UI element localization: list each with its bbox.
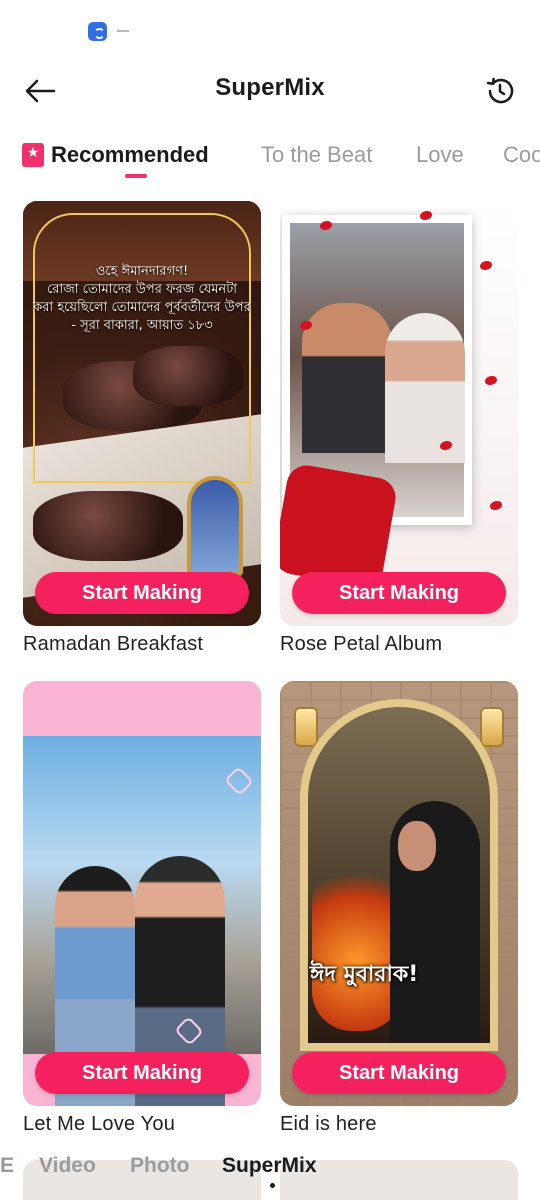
category-tabs: Recommended To the Beat Love Coo [0, 136, 540, 186]
template-card-eid[interactable]: ঈদ মুবারাক! Start Making [280, 681, 518, 1106]
status-bar [0, 0, 540, 60]
card-title: Rose Petal Album [280, 633, 443, 655]
template-card-rose-petal[interactable]: Start Making [280, 201, 518, 626]
bottom-tabs: E Video Photo SuperMix [0, 1150, 540, 1188]
bottom-tab-video[interactable]: Video [39, 1154, 96, 1178]
start-making-button[interactable]: Start Making [35, 572, 249, 614]
rose-petal [480, 261, 492, 270]
card-thumbnail-photo [23, 736, 261, 1106]
verse-line: করা হয়েছিলো তোমাদের পূর্ববর্তীদের উপর [33, 300, 251, 315]
history-button[interactable] [482, 73, 518, 109]
rose-petal [490, 501, 502, 510]
template-card-let-me-love-you[interactable]: Start Making [23, 681, 261, 1106]
red-heart-decoration [280, 462, 399, 590]
start-making-button[interactable]: Start Making [292, 572, 506, 614]
star-bookmark-icon [22, 143, 44, 167]
page-title: SuperMix [215, 74, 325, 101]
date-fruit [33, 491, 183, 561]
card-overlay-verse: ওহে ঈমানদারগণ! রোজা তোমাদের উপর ফরজ যেমন… [29, 263, 255, 335]
active-tab-indicator [125, 174, 147, 178]
tab-to-the-beat[interactable]: To the Beat [261, 142, 372, 168]
active-bottom-tab-dot [270, 1183, 275, 1188]
fire-effect [312, 861, 402, 1031]
start-making-button[interactable]: Start Making [292, 1052, 506, 1094]
hotspot-status-icon [88, 22, 107, 41]
lantern-icon [187, 476, 243, 576]
couple-image [385, 313, 465, 463]
card-title: Let Me Love You [23, 1113, 176, 1135]
card-overlay-text: ঈদ মুবারাক! [310, 962, 419, 987]
person-face [398, 821, 436, 871]
start-making-button[interactable]: Start Making [35, 1052, 249, 1094]
tab-love[interactable]: Love [416, 142, 464, 168]
verse-line: ওহে ঈমানদারগণ! [95, 264, 189, 279]
rose-petal [485, 376, 497, 385]
tab-recommended[interactable]: Recommended [22, 142, 209, 168]
bottom-tab-e[interactable]: E [0, 1154, 14, 1178]
status-dots-icon [117, 30, 129, 32]
tab-label: Recommended [51, 142, 209, 167]
bottom-tab-supermix[interactable]: SuperMix [222, 1154, 317, 1178]
bottom-tab-photo[interactable]: Photo [130, 1154, 189, 1178]
tab-coo[interactable]: Coo [503, 142, 540, 168]
card-title: Ramadan Breakfast [23, 633, 204, 655]
card-title: Eid is here [280, 1113, 377, 1135]
lamp-icon [294, 707, 318, 747]
verse-line: - সূরা বাকারা, আয়াত ১৮৩ [71, 318, 213, 333]
verse-line: রোজা তোমাদের উপর ফরজ যেমনটা [46, 282, 238, 297]
template-card-ramadan[interactable]: ওহে ঈমানদারগণ! রোজা তোমাদের উপর ফরজ যেমন… [23, 201, 261, 626]
golden-arch-frame [33, 213, 251, 483]
clock-history-icon [486, 77, 514, 104]
couple-image [302, 303, 392, 453]
lamp-icon [480, 707, 504, 747]
header: SuperMix [0, 60, 540, 122]
